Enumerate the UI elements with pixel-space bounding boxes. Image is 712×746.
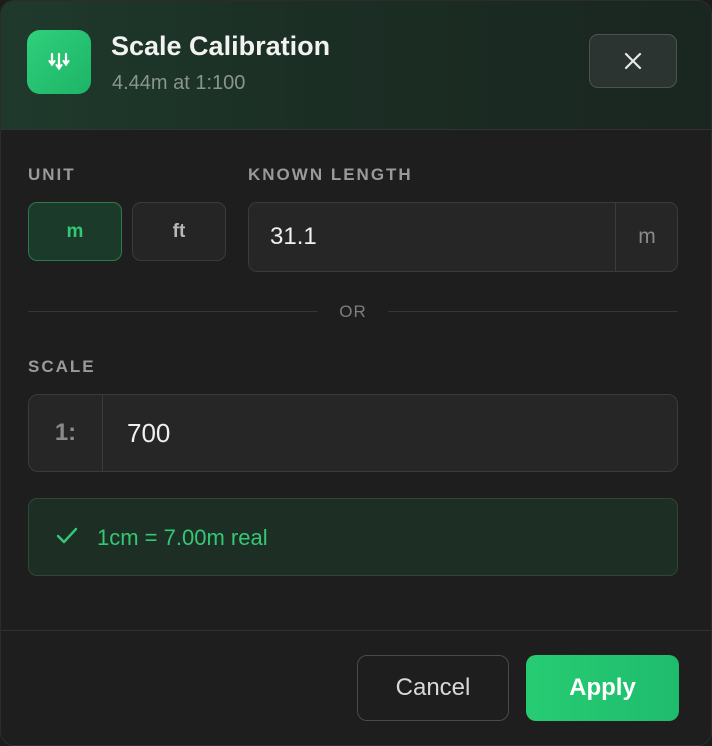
scale-prefix: 1: (29, 395, 103, 471)
scale-result-text: 1cm = 7.00m real (97, 525, 268, 550)
unit-option-ft[interactable]: ft (132, 202, 226, 261)
cancel-button[interactable]: Cancel (357, 655, 509, 721)
close-button[interactable] (589, 34, 677, 88)
known-length-field: m (248, 202, 678, 272)
dialog-subtitle: 4.44m at 1:100 (112, 72, 246, 94)
divider-right (388, 311, 678, 312)
scale-result-box: 1cm = 7.00m real (28, 498, 678, 576)
known-length-input[interactable] (249, 203, 615, 271)
scale-input[interactable] (103, 395, 673, 471)
scale-field: 1: (28, 394, 678, 472)
check-icon (56, 527, 78, 544)
scale-calibration-dialog: Scale Calibration 4.44m at 1:100 UNIT m … (0, 0, 712, 746)
known-length-label: KNOWN LENGTH (248, 165, 413, 184)
ruler-calibrate-icon (27, 30, 91, 94)
scale-label: SCALE (28, 357, 96, 376)
footer-divider (1, 630, 711, 631)
dialog-header: Scale Calibration 4.44m at 1:100 (1, 1, 711, 130)
unit-label: UNIT (28, 165, 76, 184)
apply-button[interactable]: Apply (526, 655, 679, 721)
dialog-title: Scale Calibration (111, 31, 331, 61)
known-length-unit-suffix: m (615, 203, 678, 271)
divider-left (28, 311, 318, 312)
unit-option-m[interactable]: m (28, 202, 122, 261)
or-divider-text: OR (339, 302, 367, 321)
close-icon (624, 52, 642, 70)
